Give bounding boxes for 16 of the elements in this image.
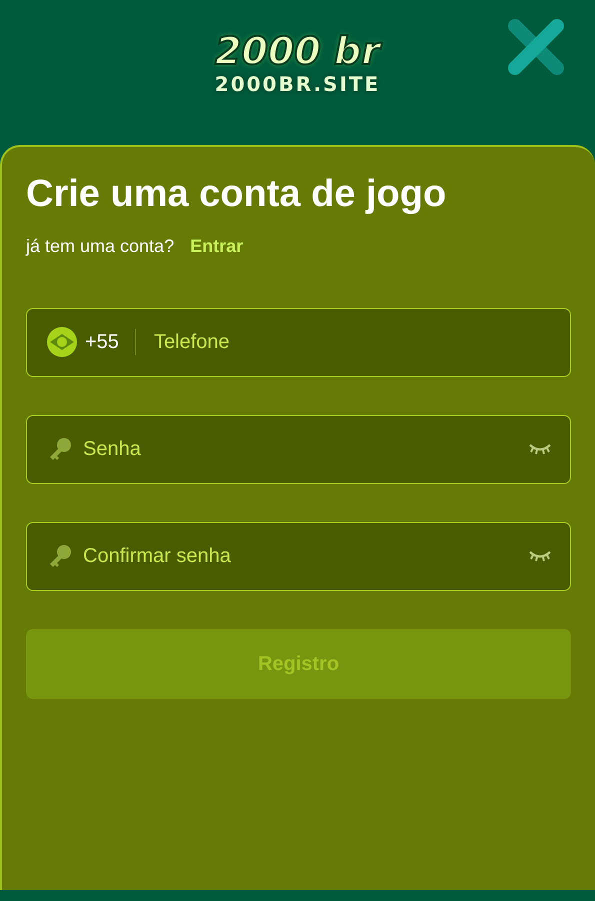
login-link[interactable]: Entrar <box>190 232 244 260</box>
phone-input[interactable]: Telefone <box>152 326 552 358</box>
login-prompt: já tem uma conta? <box>26 234 174 258</box>
eye-closed-icon[interactable] <box>528 442 552 456</box>
password-field[interactable]: Confirmar senha <box>26 522 571 591</box>
password-input[interactable]: Senha <box>81 433 528 466</box>
password-input[interactable]: Confirmar senha <box>81 540 528 572</box>
close-button[interactable] <box>507 18 565 76</box>
logo-text: 2000 br <box>215 32 380 70</box>
eye-closed-icon[interactable] <box>528 549 552 564</box>
password-field[interactable]: Senha <box>26 414 571 484</box>
form-title: Crie uma conta de jogo <box>26 173 448 217</box>
phone-field[interactable]: +55 Telefone <box>26 308 571 377</box>
site-name: 2000BR.SITE <box>214 74 380 94</box>
country-code[interactable]: +55 <box>85 327 119 358</box>
flag-icon <box>47 327 77 358</box>
